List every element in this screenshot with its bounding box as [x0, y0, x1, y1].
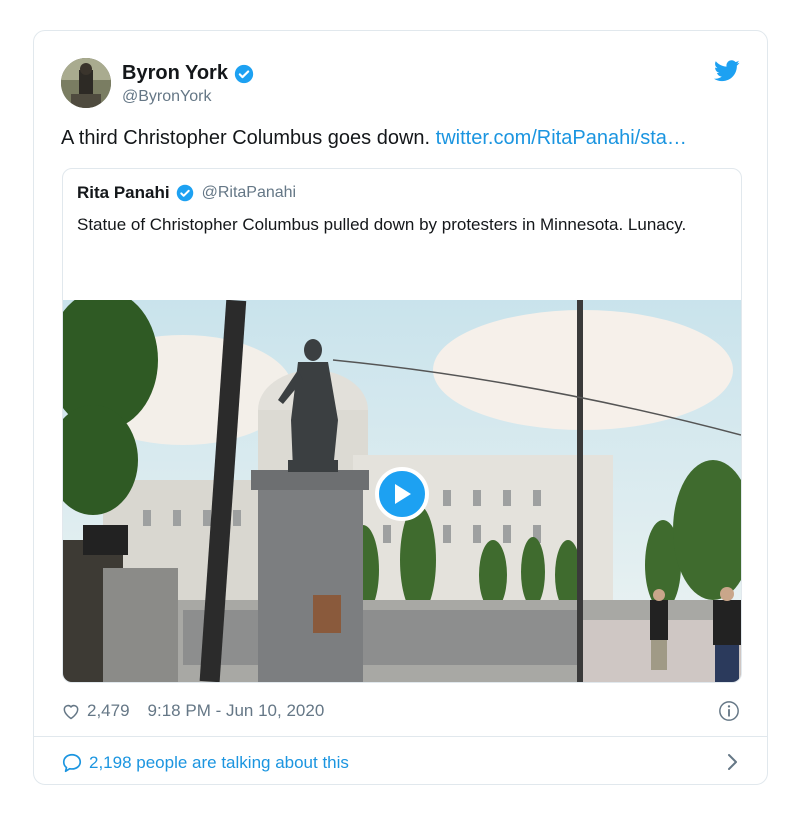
play-icon [395, 484, 411, 504]
speech-bubble-icon [62, 753, 82, 773]
quoted-text: Statue of Christopher Columbus pulled do… [77, 215, 687, 234]
tweet-link[interactable]: twitter.com/RitaPanahi/sta… [436, 127, 687, 149]
author-block: Byron York @ByronYork [122, 62, 254, 106]
author-handle[interactable]: @ByronYork [122, 88, 254, 106]
tweet-text: A third Christopher Columbus goes down. … [61, 127, 687, 150]
tweet-header: Byron York @ByronYork [61, 58, 740, 113]
avatar[interactable] [61, 58, 111, 108]
tweet-meta: 2,479 9:18 PM - Jun 10, 2020 [61, 699, 740, 723]
quoted-author-name[interactable]: Rita Panahi [77, 183, 170, 203]
quoted-tweet[interactable]: Rita Panahi @RitaPanahi Statue of Christ… [62, 168, 742, 683]
divider [34, 736, 767, 737]
play-button[interactable] [375, 467, 429, 521]
tweet-body: A third Christopher Columbus goes down. [61, 127, 431, 149]
author-name-row[interactable]: Byron York [122, 62, 254, 85]
quoted-header: Rita Panahi @RitaPanahi [77, 183, 296, 203]
conversation-link[interactable]: 2,198 people are talking about this [61, 750, 740, 776]
chevron-right-icon[interactable] [724, 753, 740, 771]
conversation-text[interactable]: 2,198 people are talking about this [89, 753, 349, 773]
tweet-card: Byron York @ByronYork A third Christophe… [33, 30, 768, 785]
verified-badge-icon [234, 64, 254, 83]
quoted-author-handle[interactable]: @RitaPanahi [202, 184, 297, 202]
info-icon[interactable] [718, 700, 740, 722]
like-count[interactable]: 2,479 [87, 701, 130, 721]
twitter-bird-icon[interactable] [714, 60, 740, 82]
author-name[interactable]: Byron York [122, 62, 228, 85]
video-thumbnail[interactable] [63, 300, 741, 682]
verified-badge-icon [176, 184, 193, 202]
timestamp[interactable]: 9:18 PM - Jun 10, 2020 [148, 701, 325, 721]
heart-icon[interactable] [61, 701, 81, 721]
